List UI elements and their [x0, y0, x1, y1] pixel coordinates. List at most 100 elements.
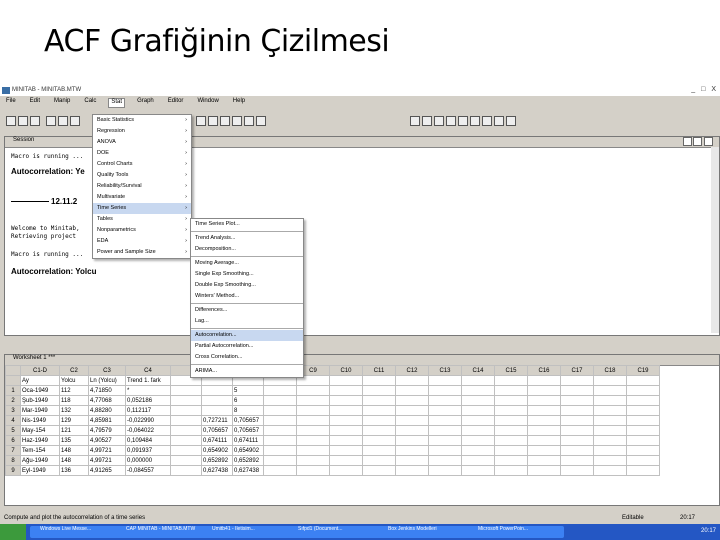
- cell[interactable]: [593, 455, 627, 466]
- related-docs-icon[interactable]: [482, 116, 492, 126]
- cell[interactable]: [296, 385, 330, 396]
- menu-window[interactable]: Window: [195, 98, 220, 108]
- cell[interactable]: [263, 405, 297, 416]
- cell[interactable]: 4,99721: [88, 455, 126, 466]
- menu-graph[interactable]: Graph: [135, 98, 156, 108]
- minimize-icon[interactable]: [682, 137, 692, 146]
- cell[interactable]: [560, 375, 594, 386]
- cell[interactable]: [329, 435, 363, 446]
- menu-file[interactable]: File: [4, 98, 18, 108]
- cell[interactable]: [329, 395, 363, 406]
- cell[interactable]: [296, 465, 330, 476]
- cell[interactable]: 0,674111: [201, 435, 233, 446]
- cell[interactable]: Mar-1949: [20, 405, 60, 416]
- minimize-button[interactable]: _: [691, 86, 695, 93]
- cell[interactable]: [395, 445, 429, 456]
- maximize-button[interactable]: □: [701, 86, 705, 93]
- info-icon[interactable]: [470, 116, 480, 126]
- cell[interactable]: Tem-154: [20, 445, 60, 456]
- stat-item[interactable]: Regression ›: [93, 126, 191, 137]
- stat-item[interactable]: Basic Statistics ›: [93, 115, 191, 126]
- cell[interactable]: [428, 425, 462, 436]
- cell[interactable]: [362, 455, 396, 466]
- cell[interactable]: [428, 385, 462, 396]
- graph-icon[interactable]: [410, 116, 420, 126]
- cell[interactable]: [593, 415, 627, 426]
- cell[interactable]: [395, 435, 429, 446]
- cell[interactable]: [527, 375, 561, 386]
- cell[interactable]: [461, 405, 495, 416]
- cell[interactable]: 135: [59, 435, 89, 446]
- cell[interactable]: [201, 395, 233, 406]
- cell[interactable]: [593, 405, 627, 416]
- close-button[interactable]: X: [711, 86, 716, 93]
- row-header[interactable]: 5: [5, 425, 21, 436]
- cell[interactable]: [593, 425, 627, 436]
- cell[interactable]: [593, 375, 627, 386]
- ts-item[interactable]: Lag...: [191, 316, 303, 327]
- ts-item[interactable]: Double Exp Smoothing...: [191, 280, 303, 291]
- stat-item[interactable]: Control Charts ›: [93, 159, 191, 170]
- cell[interactable]: 129: [59, 415, 89, 426]
- menu-calc[interactable]: Calc: [82, 98, 98, 108]
- cell[interactable]: [170, 435, 202, 446]
- worksheet-grid[interactable]: C1-DC2C3C4C8C9C10C11C12C13C14C15C16C17C1…: [5, 365, 660, 476]
- cell[interactable]: C15: [494, 365, 528, 376]
- cell[interactable]: -0,022990: [125, 415, 171, 426]
- cell[interactable]: 0,052186: [125, 395, 171, 406]
- cell[interactable]: 132: [59, 405, 89, 416]
- cell[interactable]: [461, 395, 495, 406]
- cell[interactable]: [296, 415, 330, 426]
- row-header[interactable]: 3: [5, 405, 21, 416]
- cell[interactable]: [395, 385, 429, 396]
- cell[interactable]: [461, 465, 495, 476]
- cell[interactable]: C11: [362, 365, 396, 376]
- open-icon[interactable]: [6, 116, 16, 126]
- cell[interactable]: [560, 385, 594, 396]
- row-header[interactable]: 2: [5, 395, 21, 406]
- cell[interactable]: [362, 375, 396, 386]
- cell[interactable]: [560, 405, 594, 416]
- history-icon[interactable]: [434, 116, 444, 126]
- cell[interactable]: 0,627438: [232, 465, 264, 476]
- cell[interactable]: [329, 445, 363, 456]
- cell[interactable]: 0,705657: [232, 425, 264, 436]
- row-header[interactable]: 9: [5, 465, 21, 476]
- cell[interactable]: Ln (Yolcu): [88, 375, 126, 386]
- ts-item[interactable]: Autocorrelation...: [191, 330, 303, 341]
- cell[interactable]: [461, 375, 495, 386]
- menu-editor[interactable]: Editor: [166, 98, 186, 108]
- cell[interactable]: 0,727211: [201, 415, 233, 426]
- stat-item[interactable]: DOE ›: [93, 148, 191, 159]
- menu-manip[interactable]: Manip: [52, 98, 72, 108]
- cell[interactable]: 4,90527: [88, 435, 126, 446]
- cell[interactable]: Şub-1949: [20, 395, 60, 406]
- save-icon[interactable]: [18, 116, 28, 126]
- cell[interactable]: [395, 465, 429, 476]
- cell[interactable]: C19: [626, 365, 660, 376]
- row-header[interactable]: 6: [5, 435, 21, 446]
- cell[interactable]: 8: [232, 405, 264, 416]
- graph-folder-icon[interactable]: [494, 116, 504, 126]
- recent-icon[interactable]: [506, 116, 516, 126]
- cell[interactable]: [329, 405, 363, 416]
- ts-item[interactable]: Trend Analysis...: [191, 233, 303, 244]
- cell[interactable]: [428, 435, 462, 446]
- cell[interactable]: -0,064022: [125, 425, 171, 436]
- cell[interactable]: 0,112117: [125, 405, 171, 416]
- cell[interactable]: [362, 465, 396, 476]
- maximize-icon[interactable]: [693, 137, 703, 146]
- copy-icon[interactable]: [58, 116, 68, 126]
- find-icon[interactable]: [196, 116, 206, 126]
- cell[interactable]: [527, 455, 561, 466]
- cell[interactable]: [626, 425, 660, 436]
- cell[interactable]: [263, 445, 297, 456]
- cell[interactable]: [428, 375, 462, 386]
- cell[interactable]: [428, 455, 462, 466]
- taskbar-item[interactable]: Microsoft PowerPoin...: [468, 526, 564, 538]
- cell[interactable]: [560, 395, 594, 406]
- cell[interactable]: Trend 1. fark: [125, 375, 171, 386]
- cell[interactable]: [263, 465, 297, 476]
- cell[interactable]: 4,85981: [88, 415, 126, 426]
- cell[interactable]: 4,99721: [88, 445, 126, 456]
